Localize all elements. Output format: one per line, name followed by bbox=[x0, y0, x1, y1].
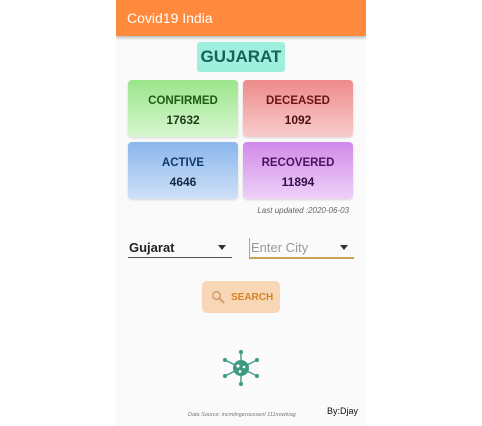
search-button[interactable]: SEARCH bbox=[202, 281, 280, 313]
dropdown-caret-icon bbox=[340, 245, 348, 250]
state-dropdown[interactable]: Gujarat bbox=[128, 238, 232, 258]
deceased-label: DECEASED bbox=[266, 95, 330, 107]
app-bar: Covid19 India bbox=[116, 0, 366, 36]
confirmed-card: CONFIRMED 17632 bbox=[128, 80, 238, 137]
city-dropdown[interactable]: Enter City bbox=[249, 238, 354, 259]
confirmed-label: CONFIRMED bbox=[148, 95, 218, 107]
search-icon bbox=[211, 290, 225, 304]
credit-text: By:Djay bbox=[327, 406, 359, 416]
virus-icon bbox=[223, 350, 259, 386]
recovered-card: RECOVERED 11894 bbox=[243, 142, 353, 199]
active-label: ACTIVE bbox=[161, 157, 205, 169]
deceased-card: DECEASED 1092 bbox=[243, 80, 353, 137]
last-updated-text: Last updated :2020-06-03 bbox=[257, 206, 349, 215]
recovered-label: RECOVERED bbox=[261, 157, 335, 169]
search-button-label: SEARCH bbox=[231, 292, 274, 303]
app-screen: Covid19 India GUJARAT CONFIRMED 17632 DE… bbox=[116, 0, 366, 426]
app-title: Covid19 India bbox=[127, 10, 213, 26]
active-card: ACTIVE 4646 bbox=[128, 142, 238, 199]
state-title: GUJARAT bbox=[197, 42, 285, 72]
recovered-value: 11894 bbox=[281, 175, 315, 189]
active-value: 4646 bbox=[169, 175, 197, 189]
city-placeholder: Enter City bbox=[251, 240, 309, 255]
data-source-text: Data Source: incmilngeroussenl 111nowlva… bbox=[188, 412, 296, 418]
dropdown-caret-icon bbox=[218, 245, 226, 250]
deceased-value: 1092 bbox=[284, 113, 312, 127]
state-dropdown-value: Gujarat bbox=[129, 240, 175, 255]
confirmed-value: 17632 bbox=[166, 113, 200, 127]
